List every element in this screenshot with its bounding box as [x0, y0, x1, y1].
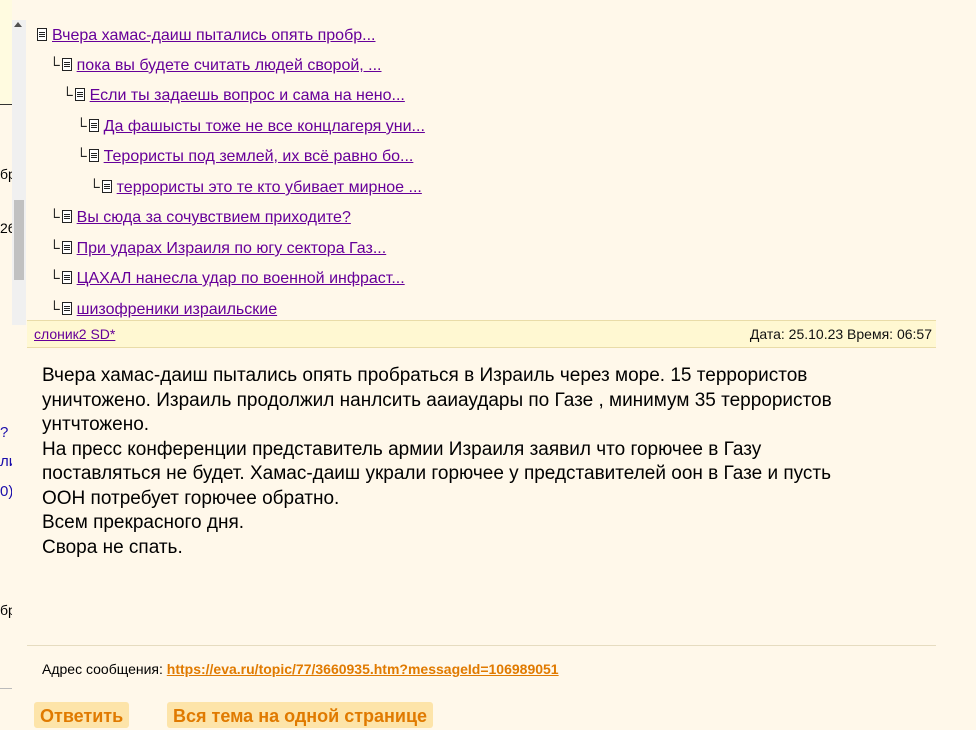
message-line: поставляться не будет. Хамас-даиш украли… — [42, 463, 832, 484]
tree-item-link[interactable]: Терористы под землей, их всё равно бо... — [104, 148, 414, 165]
message-body: Вчера хамас-даиш пытались опять пробрать… — [42, 364, 922, 560]
tree-item: └ При ударах Израиля по югу сектора Газ..… — [49, 237, 386, 261]
left-fragment-link[interactable]: 0)? — [0, 484, 12, 500]
message-line: Свора не спать. — [42, 536, 183, 558]
document-icon — [61, 271, 72, 284]
left-pane-clipped: бр 26 ? ли 0)? бр — [0, 0, 12, 724]
tree-scrollbar[interactable] — [12, 20, 26, 325]
tree-item-link[interactable]: При ударах Израиля по югу сектора Газ... — [77, 240, 387, 257]
tree-branch-icon: └ — [49, 301, 60, 318]
message-address: Адрес сообщения: https://eva.ru/topic/77… — [42, 660, 559, 678]
tree-item: └ ЦАХАЛ нанесла удар по военной инфраст..… — [49, 267, 405, 291]
document-icon — [74, 88, 85, 101]
tree-item: Вчера хамас-даиш пытались опять пробр... — [37, 24, 375, 48]
message-divider — [27, 645, 936, 646]
tree-item: └ шизофреники израильские — [49, 298, 277, 320]
tree-branch-icon: └ — [49, 57, 60, 74]
tree-branch-icon: └ — [89, 179, 100, 196]
message-line: Вчера хамас-даиш пытались опять пробрать… — [42, 365, 808, 386]
tree-item: └ Да фашысты тоже не все концлагеря уни..… — [76, 115, 425, 139]
tree-item-link[interactable]: Вы сюда за сочувствием приходите? — [77, 209, 351, 226]
left-pane-top-box — [0, 0, 12, 105]
message-line: На пресс конференции представитель армии… — [42, 438, 762, 460]
document-icon — [61, 210, 72, 223]
left-fragment: бр — [0, 602, 12, 618]
tree-item: └ Если ты задаешь вопрос и сама на нено..… — [62, 84, 405, 108]
tree-item: └ террористы это те кто убивает мирное ..… — [89, 176, 422, 200]
message-line: ООН потребует горючее обратно. — [42, 487, 340, 509]
tree-branch-icon: └ — [76, 148, 87, 165]
left-fragment: 26 — [0, 220, 12, 236]
left-fragment-link[interactable]: ли — [0, 454, 12, 470]
left-pane-divider — [0, 688, 12, 689]
left-fragment-link[interactable]: ? — [0, 425, 8, 441]
thread-tree: Вчера хамас-даиш пытались опять пробр...… — [27, 20, 976, 320]
tree-item: └ пока вы будете считать людей сворой, ..… — [49, 54, 382, 78]
scroll-up-arrow-icon[interactable] — [14, 22, 22, 27]
document-icon — [61, 241, 72, 254]
tree-item-link[interactable]: Если ты задаешь вопрос и сама на нено... — [90, 87, 405, 104]
tree-item-link[interactable]: Вчера хамас-даиш пытались опять пробр... — [52, 27, 375, 44]
tree-item-link[interactable]: пока вы будете считать людей сворой, ... — [77, 57, 382, 74]
tree-item-link[interactable]: шизофреники израильские — [77, 301, 277, 318]
message-line: Всем прекрасного дня. — [42, 512, 245, 533]
tree-branch-icon: └ — [49, 209, 60, 226]
document-icon — [88, 149, 99, 162]
tree-item-link[interactable]: террористы это те кто убивает мирное ... — [117, 179, 422, 196]
whole-topic-button[interactable]: Вся тема на одной странице — [167, 702, 434, 728]
author-link[interactable]: слоник2 SD* — [34, 321, 115, 347]
reply-button[interactable]: Ответить — [34, 702, 130, 728]
document-icon — [61, 58, 72, 71]
document-icon — [101, 180, 112, 193]
document-icon — [88, 119, 99, 132]
message-date-time: Дата: 25.10.23 Время: 06:57 — [749, 326, 932, 342]
tree-branch-icon: └ — [62, 87, 73, 104]
tree-branch-icon: └ — [49, 270, 60, 287]
message-header: слоник2 SD* Дата: 25.10.23 Время: 06:57 — [27, 320, 936, 348]
tree-item-link[interactable]: ЦАХАЛ нанесла удар по военной инфраст... — [77, 270, 405, 287]
document-icon — [61, 302, 72, 315]
scroll-thumb[interactable] — [14, 200, 24, 280]
message-line: уничтожено. Израиль продолжил нанлсить а… — [42, 389, 832, 411]
document-icon — [37, 28, 47, 41]
left-fragment: бр — [0, 166, 12, 182]
tree-item: └ Терористы под землей, их всё равно бо..… — [76, 145, 413, 169]
tree-item-link[interactable]: Да фашысты тоже не все концлагеря уни... — [104, 118, 425, 135]
tree-branch-icon: └ — [76, 118, 87, 135]
address-label: Адрес сообщения: — [42, 661, 163, 677]
message-permalink[interactable]: https://eva.ru/topic/77/3660935.htm?mess… — [167, 661, 559, 677]
tree-branch-icon: └ — [49, 240, 60, 257]
message-line: унтчтожено. — [42, 414, 150, 435]
tree-item: └ Вы сюда за сочувствием приходите? — [49, 206, 351, 230]
